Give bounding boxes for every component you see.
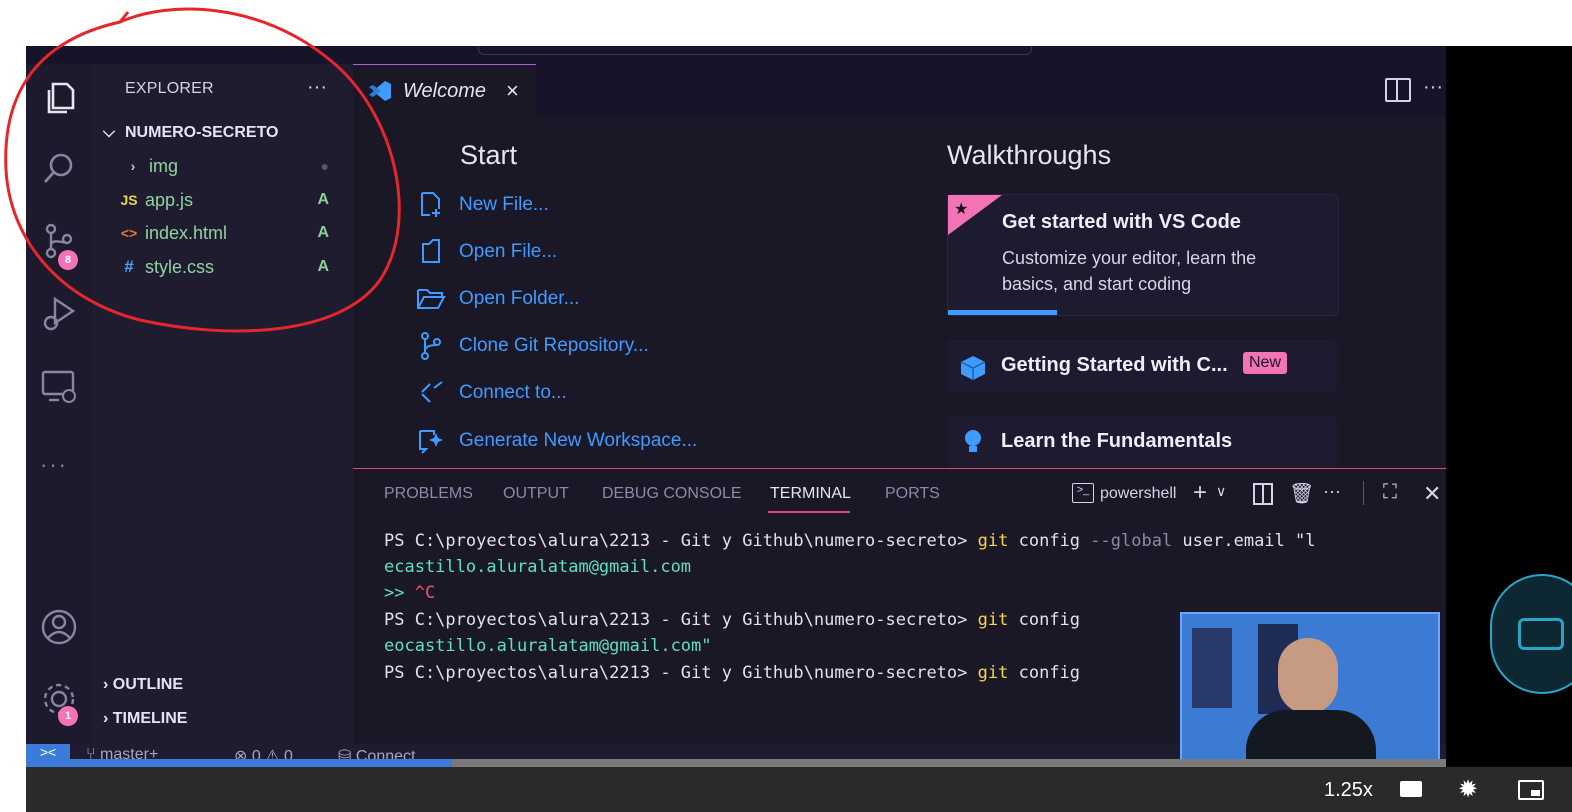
new-terminal-icon[interactable]: + bbox=[1193, 479, 1207, 507]
start-heading: Start bbox=[460, 140, 518, 170]
remote-explorer-icon[interactable] bbox=[36, 364, 82, 410]
walkthrough-desc-line: Customize your editor, learn the bbox=[1002, 248, 1257, 268]
new-badge: New bbox=[1243, 352, 1288, 374]
terminal-line: PS C:\proyectos\alura\2213 - Git y Githu… bbox=[384, 531, 1315, 551]
maximize-panel-icon[interactable]: ⛶ bbox=[1383, 481, 1397, 504]
terminal-command: git bbox=[977, 663, 1009, 683]
picture-in-picture-icon[interactable] bbox=[1518, 780, 1544, 800]
sparkle-icon bbox=[415, 426, 447, 456]
remote-connect-icon bbox=[415, 378, 447, 408]
terminal-prompt: PS C:\proyectos\alura\2213 - Git y Githu… bbox=[384, 610, 968, 630]
trash-icon[interactable]: 🗑 bbox=[1289, 481, 1314, 506]
star-icon: ★ bbox=[954, 201, 969, 218]
active-tab-indicator bbox=[768, 511, 850, 513]
terminal-line: PS C:\proyectos\alura\2213 - Git y Githu… bbox=[384, 663, 1080, 683]
terminal-text: config bbox=[1018, 663, 1081, 683]
open-file-label: Open File... bbox=[459, 241, 558, 262]
settings-icon[interactable]: ✹ bbox=[1458, 775, 1478, 804]
chatbot-button[interactable] bbox=[1490, 574, 1572, 694]
terminal-text: >> bbox=[384, 583, 405, 603]
poster-image bbox=[1192, 628, 1232, 708]
terminal-icon: >_ bbox=[1072, 483, 1094, 503]
timeline-section[interactable]: › TIMELINE bbox=[103, 710, 187, 728]
close-icon[interactable]: × bbox=[506, 78, 519, 104]
account-icon[interactable] bbox=[36, 604, 82, 650]
new-file-link[interactable]: New File... bbox=[421, 190, 549, 220]
close-panel-icon[interactable]: ✕ bbox=[1423, 481, 1441, 507]
tab-ports[interactable]: PORTS bbox=[885, 485, 940, 503]
walkthrough-get-started[interactable]: ★ Get started with VS Code Customize you… bbox=[947, 194, 1339, 316]
connect-to-link[interactable]: Connect to... bbox=[421, 378, 567, 408]
terminal-text: user.email "l bbox=[1182, 531, 1316, 551]
open-folder-label: Open Folder... bbox=[459, 288, 580, 309]
terminal-text: config bbox=[1018, 531, 1081, 551]
clone-git-repository-link[interactable]: Clone Git Repository... bbox=[421, 331, 649, 361]
tab-output[interactable]: OUTPUT bbox=[503, 485, 569, 503]
more-views-icon[interactable]: ··· bbox=[40, 452, 68, 478]
command-center[interactable] bbox=[478, 46, 1032, 55]
tab-problems[interactable]: PROBLEMS bbox=[384, 485, 473, 503]
welcome-page: Start New File... Open File... Open Fold… bbox=[353, 116, 1446, 468]
walkthrough-desc-line: basics, and start coding bbox=[1002, 274, 1192, 294]
open-folder-link[interactable]: Open Folder... bbox=[417, 284, 580, 314]
toolbar-divider bbox=[1363, 481, 1364, 505]
split-editor-icon[interactable] bbox=[1385, 78, 1411, 102]
editor-more-icon[interactable]: ··· bbox=[1423, 76, 1443, 99]
clone-git-label: Clone Git Repository... bbox=[459, 335, 649, 356]
tab-terminal[interactable]: TERMINAL bbox=[770, 485, 851, 503]
terminal-line: >> ^C bbox=[384, 583, 435, 603]
connect-to-label: Connect to... bbox=[459, 382, 567, 403]
terminal-line: ecastillo.aluralatam@gmail.com bbox=[384, 557, 692, 577]
annotation-circle bbox=[4, 7, 401, 333]
chevron-down-icon[interactable]: ∨ bbox=[1216, 483, 1226, 500]
terminal-command: git bbox=[977, 610, 1009, 630]
walkthroughs-heading: Walkthroughs bbox=[947, 140, 1112, 170]
lightbulb-icon bbox=[963, 428, 983, 461]
walkthrough-getting-started-c[interactable]: Getting Started with C... New bbox=[947, 340, 1337, 392]
walkthrough-progress-bar bbox=[948, 310, 1058, 315]
generate-workspace-label: Generate New Workspace... bbox=[459, 430, 698, 451]
presenter-face bbox=[1278, 638, 1338, 714]
shell-name[interactable]: powershell bbox=[1100, 485, 1176, 503]
outline-section[interactable]: › OUTLINE bbox=[103, 676, 183, 694]
outline-label: OUTLINE bbox=[112, 676, 183, 693]
tab-debug-console[interactable]: DEBUG CONSOLE bbox=[602, 485, 742, 503]
walkthrough-learn-fundamentals[interactable]: Learn the Fundamentals bbox=[947, 416, 1337, 468]
terminal-line: eocastillo.aluralatam@gmail.com" bbox=[384, 636, 712, 656]
terminal-prompt: PS C:\proyectos\alura\2213 - Git y Githu… bbox=[384, 531, 968, 551]
timeline-label: TIMELINE bbox=[112, 710, 188, 727]
settings-gear-icon[interactable]: 1 bbox=[36, 676, 82, 726]
terminal-ctrl-c: ^C bbox=[414, 583, 436, 603]
generate-workspace-link[interactable]: Generate New Workspace... bbox=[419, 426, 698, 456]
split-terminal-icon[interactable] bbox=[1253, 483, 1273, 505]
walkthrough-description: Customize your editor, learn the basics,… bbox=[1002, 245, 1256, 297]
terminal-prompt: PS C:\proyectos\alura\2213 - Git y Githu… bbox=[384, 663, 968, 683]
cube-icon bbox=[959, 354, 987, 385]
terminal-command: git bbox=[977, 531, 1009, 551]
video-progress-fill bbox=[26, 759, 452, 767]
terminal-text: config bbox=[1018, 610, 1081, 630]
chatbot-icon bbox=[1518, 618, 1564, 650]
chevron-right-icon: › bbox=[103, 676, 113, 693]
playback-speed[interactable]: 1.25x bbox=[1324, 779, 1373, 802]
walkthrough-title: Learn the Fundamentals bbox=[1001, 430, 1233, 452]
open-file-link[interactable]: Open File... bbox=[422, 237, 558, 267]
editor-tab-bar: Welcome × ··· bbox=[353, 64, 1446, 117]
panel-more-icon[interactable]: ··· bbox=[1323, 481, 1341, 502]
terminal-flag: --global bbox=[1090, 531, 1173, 551]
video-controls: 1.25x ✹ bbox=[26, 767, 1572, 812]
new-file-label: New File... bbox=[459, 194, 549, 215]
captions-icon[interactable] bbox=[1400, 781, 1422, 797]
walkthrough-title: Getting Started with C... bbox=[1001, 354, 1228, 376]
walkthrough-title: Get started with VS Code bbox=[1002, 211, 1241, 233]
chevron-right-icon: › bbox=[103, 710, 113, 727]
terminal-line: PS C:\proyectos\alura\2213 - Git y Githu… bbox=[384, 610, 1080, 630]
settings-badge: 1 bbox=[58, 706, 78, 726]
